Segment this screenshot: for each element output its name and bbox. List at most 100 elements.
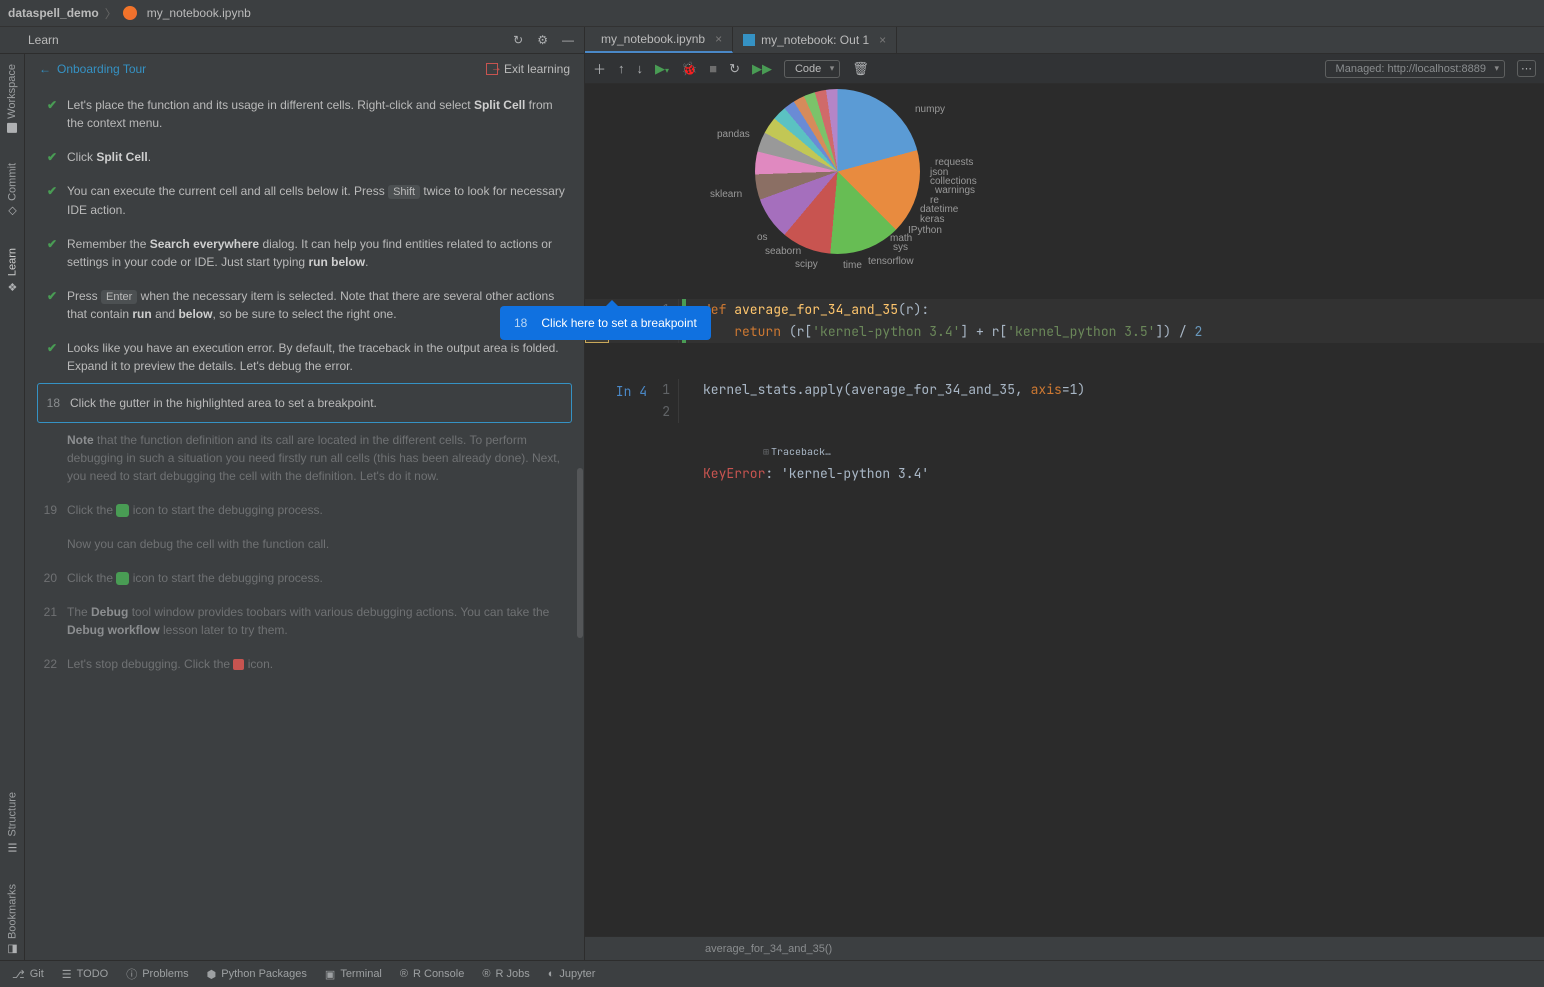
back-link[interactable]: ← Onboarding Tour — [39, 62, 146, 76]
package-icon: ⬢ — [207, 968, 217, 981]
bookmark-icon: ◧ — [6, 943, 19, 956]
hint-tooltip: 18 Click here to set a breakpoint — [500, 306, 711, 340]
header-row: Learn ↻ ⚙ — my_notebook.ipynb × my_noteb… — [0, 27, 1544, 54]
learn-panel-header: Learn ↻ ⚙ — — [0, 27, 585, 53]
r-jobs-icon: ® — [482, 968, 490, 980]
scrollbar-thumb[interactable] — [577, 468, 583, 638]
step-note: Note that the function definition and it… — [37, 423, 572, 493]
check-icon: ✔ — [43, 96, 57, 132]
bug-icon — [116, 572, 129, 585]
kbd-shift: Shift — [388, 185, 420, 199]
pie-label: numpy — [915, 104, 945, 115]
expand-output-icon[interactable]: ⊞ Traceback… — [655, 441, 831, 463]
pie-label: re — [930, 195, 939, 206]
move-up-icon[interactable]: ↑ — [618, 61, 625, 76]
tool-structure[interactable]: ☰Structure — [6, 788, 19, 858]
pie-label: tensorflow — [868, 256, 914, 267]
more-icon[interactable]: ⋯ — [1517, 60, 1536, 77]
arrow-left-icon: ← — [39, 62, 51, 76]
bug-icon — [116, 504, 129, 517]
debug-cell-icon[interactable]: 🐞 — [681, 61, 697, 77]
move-down-icon[interactable]: ↓ — [637, 61, 644, 76]
step-done: ✔Looks like you have an execution error.… — [37, 331, 572, 383]
pie-label: sklearn — [710, 189, 742, 200]
kernel-select[interactable]: Managed: http://localhost:8889 — [1325, 60, 1505, 78]
check-icon: ✔ — [43, 339, 57, 375]
table-icon — [743, 34, 755, 46]
delete-cell-icon[interactable]: 🗑 — [852, 61, 869, 77]
crumb-root[interactable]: dataspell_demo — [8, 6, 99, 20]
structure-icon: ☰ — [6, 841, 19, 854]
pie-label: keras — [920, 214, 944, 225]
status-todo[interactable]: ☰TODO — [62, 968, 108, 981]
close-icon[interactable]: × — [879, 33, 886, 47]
kbd-enter: Enter — [101, 290, 137, 304]
output-chart: numpy pandas sklearn os seaborn scipy ti… — [585, 84, 1544, 299]
pie-label: time — [843, 260, 862, 271]
stop-icon[interactable]: ■ — [709, 61, 717, 76]
code-cell-in3[interactable]: In 3 12 ⊟⊟ def average_for_34_and_35(r):… — [585, 299, 1544, 343]
fold-gutter[interactable] — [679, 379, 693, 423]
step-done: ✔Remember the Search everywhere dialog. … — [37, 227, 572, 279]
learn-title: Learn — [28, 33, 59, 47]
gear-icon[interactable]: ⚙ — [537, 33, 548, 47]
check-icon: ✔ — [43, 182, 57, 219]
status-jupyter[interactable]: ◐Jupyter — [548, 968, 596, 980]
tab-label: my_notebook: Out 1 — [761, 33, 869, 47]
notebook-toolbar: ＋ ↑ ↓ ▶▾ 🐞 ■ ↻ ▶▶ Code 🗑 Managed: http:/… — [585, 54, 1544, 84]
tool-commit[interactable]: ◇Commit — [6, 159, 19, 222]
step-current: 18Click the gutter in the highlighted ar… — [37, 383, 572, 423]
tool-bookmarks[interactable]: ◧Bookmarks — [6, 880, 19, 960]
tab-notebook[interactable]: my_notebook.ipynb × — [585, 27, 733, 53]
tool-learn[interactable]: ❖Learn — [6, 244, 19, 297]
run-cell-icon[interactable]: ▶▾ — [655, 61, 669, 77]
step-done: ✔Let's place the function and its usage … — [37, 88, 572, 140]
hint-number: 18 — [514, 316, 527, 330]
crumb-file[interactable]: my_notebook.ipynb — [147, 6, 251, 20]
step-done: ✔You can execute the current cell and al… — [37, 174, 572, 227]
tab-label: my_notebook.ipynb — [601, 32, 705, 46]
add-cell-icon[interactable]: ＋ — [593, 59, 606, 78]
status-r-jobs[interactable]: ®R Jobs — [482, 968, 529, 980]
step-future: 21The Debug tool window provides toobars… — [37, 595, 572, 647]
code-cell-in4[interactable]: In 4 12 kernel_stats.apply(average_for_3… — [585, 379, 1544, 423]
status-git[interactable]: ⎇Git — [12, 968, 44, 981]
status-python-packages[interactable]: ⬢Python Packages — [207, 968, 307, 981]
exit-icon — [486, 63, 498, 75]
check-icon: ✔ — [43, 235, 57, 271]
pie-label: seaborn — [765, 246, 801, 257]
code-content[interactable]: def average_for_34_and_35(r): return (r[… — [693, 299, 1544, 343]
step-future: 20Click the icon to start the debugging … — [37, 561, 572, 595]
refresh-icon[interactable]: ↻ — [513, 33, 523, 47]
step-note: Now you can debug the cell with the func… — [37, 527, 572, 561]
step-future: 22Let's stop debugging. Click the icon. — [37, 647, 572, 681]
breadcrumb-bar: dataspell_demo 〉 my_notebook.ipynb — [0, 0, 1544, 27]
hint-text: Click here to set a breakpoint — [541, 316, 696, 330]
cell-type-select[interactable]: Code — [784, 60, 840, 78]
learn-panel: ← Onboarding Tour Exit learning ✔Let's p… — [25, 54, 585, 960]
r-icon: ® — [400, 968, 408, 980]
editor-tabs: my_notebook.ipynb × my_notebook: Out 1 × — [585, 27, 1544, 53]
branch-icon: ⎇ — [12, 968, 25, 981]
minimize-icon[interactable]: — — [562, 33, 574, 47]
check-icon: ✔ — [43, 148, 57, 166]
pie-label: datetime — [920, 204, 958, 215]
step-done: ✔Click Split Cell. — [37, 140, 572, 174]
pie-label: os — [757, 232, 768, 243]
cell-prompt: In 4 — [585, 379, 655, 423]
pie-label: IPython — [908, 225, 942, 236]
status-terminal[interactable]: ▣Terminal — [325, 968, 382, 981]
pie-chart — [755, 89, 920, 254]
status-r-console[interactable]: ®R Console — [400, 968, 464, 980]
step-future: 19Click the icon to start the debugging … — [37, 493, 572, 527]
restart-kernel-icon[interactable]: ↻ — [729, 61, 740, 77]
status-problems[interactable]: ⓘProblems — [126, 966, 188, 982]
tool-workspace[interactable]: Workspace — [6, 60, 18, 137]
exit-learning[interactable]: Exit learning — [486, 62, 570, 76]
tab-output[interactable]: my_notebook: Out 1 × — [733, 27, 897, 53]
run-all-icon[interactable]: ▶▶ — [752, 61, 772, 77]
output-traceback: ⊞ Traceback… — [585, 441, 1544, 463]
close-icon[interactable]: × — [715, 32, 722, 46]
status-bar: ⎇Git ☰TODO ⓘProblems ⬢Python Packages ▣T… — [0, 960, 1544, 987]
code-content[interactable]: kernel_stats.apply(average_for_34_and_35… — [693, 379, 1544, 423]
